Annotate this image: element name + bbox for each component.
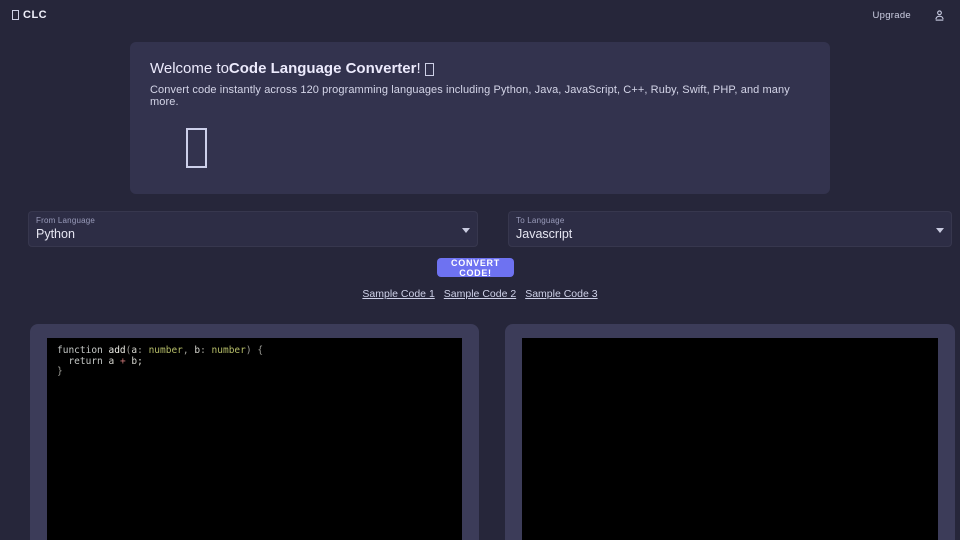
- banner-title-prefix: Welcome to: [150, 60, 229, 77]
- welcome-banner: Welcome to Code Language Converter! Conv…: [130, 42, 830, 194]
- output-code-editor[interactable]: [522, 338, 938, 540]
- code-token-param: b;: [125, 355, 143, 367]
- from-language-select[interactable]: From Language Python: [28, 211, 478, 247]
- banner-missing-emoji-icon: [424, 63, 434, 76]
- chevron-down-icon: [462, 228, 470, 233]
- from-language-label: From Language: [36, 216, 96, 225]
- person-icon: [935, 9, 944, 21]
- code-token-punct: :: [137, 345, 149, 356]
- chevron-down-icon: [936, 228, 944, 233]
- header-actions: Upgrade: [872, 9, 946, 22]
- sample-code-2-link[interactable]: Sample Code 2: [444, 288, 516, 300]
- source-code-editor[interactable]: function add(a: number, b: number) { ret…: [47, 338, 462, 540]
- code-token-type: number: [211, 345, 246, 356]
- banner-title-appname: Code Language Converter: [228, 60, 417, 77]
- sample-links: Sample Code 1 Sample Code 2 Sample Code …: [0, 288, 960, 300]
- logo-missing-emoji-icon: [12, 10, 19, 20]
- code-token-punct: ,: [182, 345, 195, 356]
- convert-code-button[interactable]: CONVERT CODE!: [437, 258, 514, 278]
- output-code-panel: [505, 324, 955, 540]
- banner-large-missing-emoji-icon: [186, 128, 207, 168]
- code-token-keyword: return: [57, 355, 109, 367]
- banner-title: Welcome to Code Language Converter!: [150, 60, 810, 77]
- source-code-panel: function add(a: number, b: number) { ret…: [30, 324, 479, 540]
- banner-title-suffix: !: [416, 60, 421, 77]
- code-token-param: a: [108, 355, 120, 367]
- code-token-punct: ) {: [245, 345, 264, 356]
- code-token-type: number: [148, 345, 183, 356]
- to-language-label: To Language: [516, 216, 565, 225]
- to-language-value: Javascript: [516, 227, 573, 241]
- sample-code-3-link[interactable]: Sample Code 3: [525, 288, 597, 300]
- banner-subtitle: Convert code instantly across 120 progra…: [150, 84, 790, 108]
- code-token-keyword: function: [57, 345, 109, 356]
- logo-text: CLC: [23, 9, 48, 21]
- code-token-function: add: [108, 345, 126, 356]
- code-token-punct: :: [200, 345, 212, 356]
- code-line: }: [57, 366, 452, 378]
- sample-code-1-link[interactable]: Sample Code 1: [362, 288, 434, 300]
- app-logo[interactable]: CLC: [12, 9, 47, 21]
- from-language-value: Python: [36, 227, 75, 241]
- app-header: CLC Upgrade: [0, 0, 960, 30]
- to-language-select[interactable]: To Language Javascript: [508, 211, 952, 247]
- account-button[interactable]: [933, 9, 946, 22]
- code-line: return a + b;: [57, 355, 452, 368]
- code-token-punct: }: [57, 366, 63, 378]
- upgrade-button[interactable]: Upgrade: [872, 10, 911, 21]
